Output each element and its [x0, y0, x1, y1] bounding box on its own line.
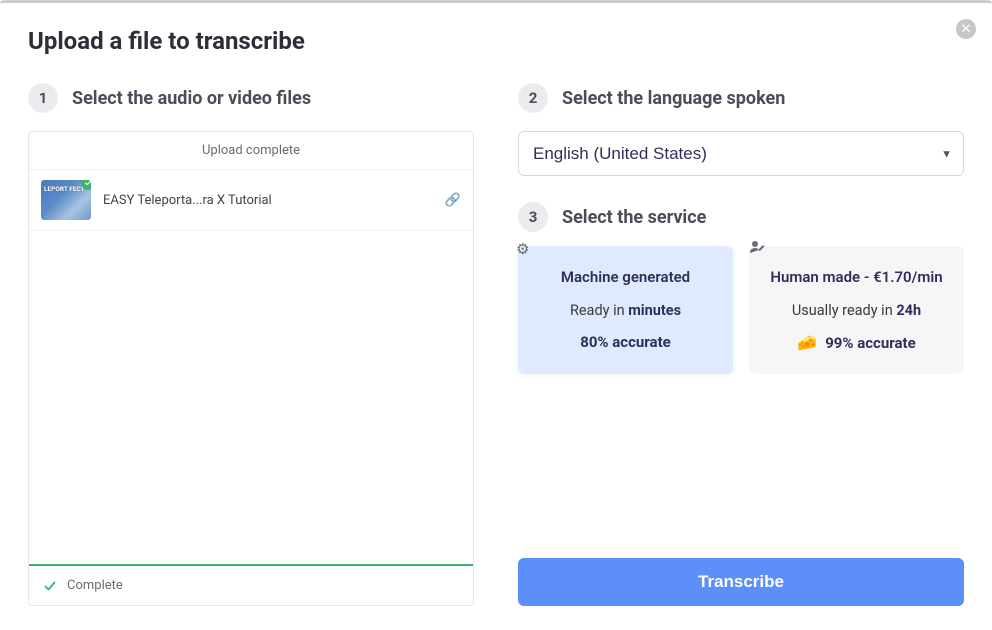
language-select[interactable]: English (United States) — [518, 131, 964, 176]
column-left: 1 Select the audio or video files Upload… — [28, 83, 474, 606]
complete-label: Complete — [67, 578, 123, 593]
close-button[interactable]: ✕ — [956, 19, 976, 39]
upload-spacer — [29, 231, 473, 564]
file-name: EASY Teleporta...ra X Tutorial — [103, 193, 433, 208]
page-title: Upload a file to transcribe — [28, 27, 964, 55]
step-badge-2: 2 — [518, 83, 548, 113]
complete-row: Complete — [29, 566, 473, 605]
close-icon: ✕ — [961, 23, 972, 36]
step1-header: 1 Select the audio or video files — [28, 83, 474, 113]
thumbnail-text: LEPORT FECT — [44, 186, 85, 193]
human-ready: Usually ready in 24h — [763, 302, 950, 319]
spacer — [518, 394, 964, 558]
machine-title: Machine generated — [532, 268, 719, 286]
check-icon — [43, 579, 57, 593]
step3-header: 3 Select the service — [518, 202, 964, 232]
service-options: ⚙ Machine generated Ready in minutes 80%… — [518, 246, 964, 374]
step-badge-1: 1 — [28, 83, 58, 113]
machine-accuracy: 80% accurate — [532, 333, 719, 351]
human-accuracy: 🧀 99% accurate — [763, 333, 950, 352]
file-thumbnail: LEPORT FECT — [41, 180, 91, 220]
transcribe-button[interactable]: Transcribe — [518, 558, 964, 606]
step2-title: Select the language spoken — [562, 88, 785, 109]
upload-box: Upload complete LEPORT FECT EASY Telepor… — [28, 131, 474, 606]
file-row[interactable]: LEPORT FECT EASY Teleporta...ra X Tutori… — [29, 170, 473, 231]
language-select-wrap: English (United States) ▼ — [518, 131, 964, 176]
upload-status: Upload complete — [29, 132, 473, 170]
step-badge-3: 3 — [518, 202, 548, 232]
step2-header: 2 Select the language spoken — [518, 83, 964, 113]
check-icon — [84, 180, 91, 187]
gear-icon: ⚙ — [516, 240, 529, 258]
step1-title: Select the audio or video files — [72, 88, 311, 109]
human-title: Human made - €1.70/min — [763, 268, 950, 286]
link-icon[interactable]: 🔗 — [445, 193, 461, 208]
person-edit-icon — [749, 240, 767, 258]
dialog-body: Upload a file to transcribe 1 Select the… — [0, 3, 992, 630]
column-right: 2 Select the language spoken English (Un… — [518, 83, 964, 606]
service-card-machine[interactable]: Machine generated Ready in minutes 80% a… — [518, 246, 733, 374]
machine-ready: Ready in minutes — [532, 302, 719, 319]
cheese-icon: 🧀 — [797, 333, 817, 352]
service-card-human[interactable]: Human made - €1.70/min Usually ready in … — [749, 246, 964, 374]
step3-title: Select the service — [562, 207, 706, 228]
columns: 1 Select the audio or video files Upload… — [28, 83, 964, 606]
